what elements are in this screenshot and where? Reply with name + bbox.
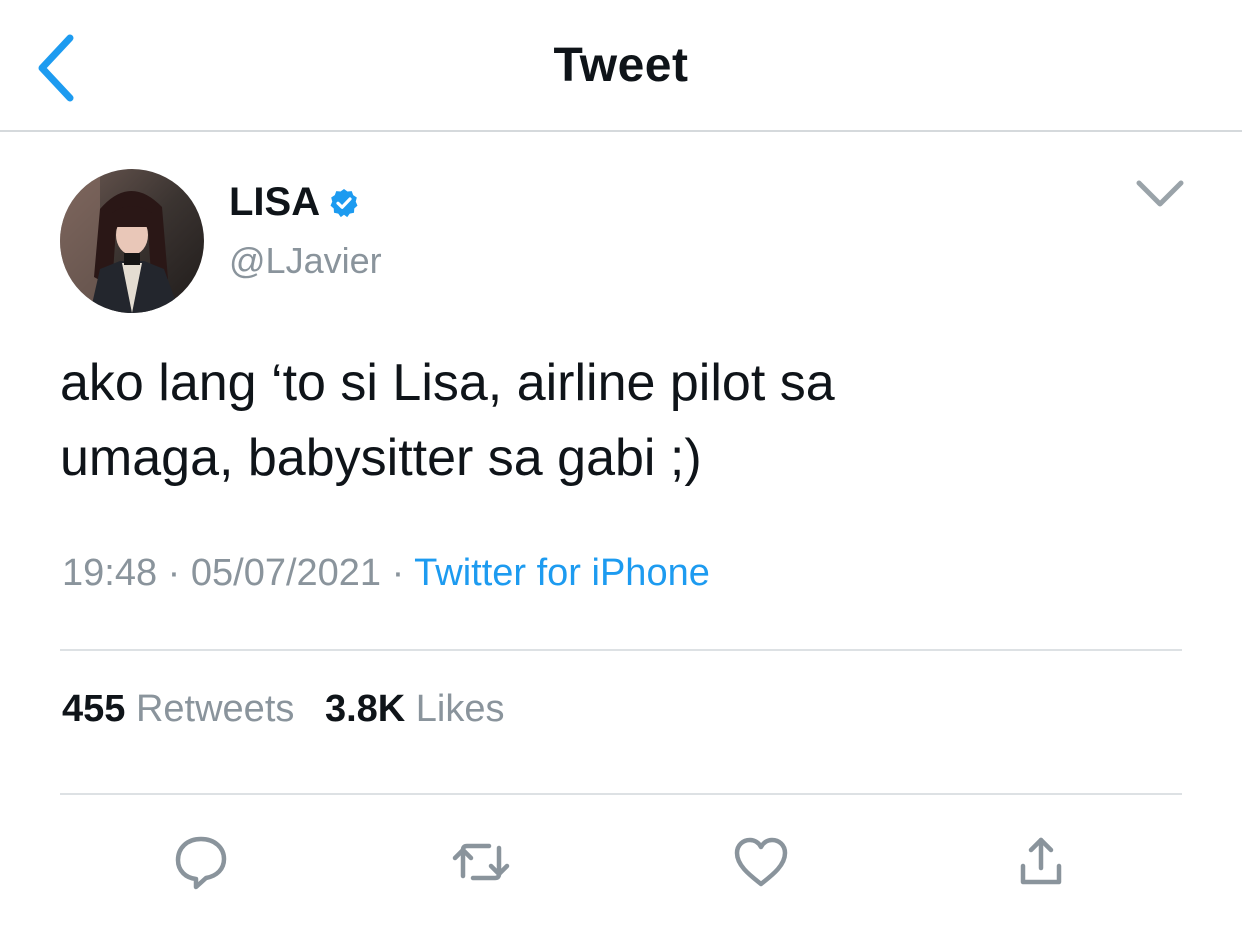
tweet-time: 19:48 [62,552,158,594]
reply-icon [175,836,227,890]
chevron-down-icon [1136,180,1184,207]
tweet-source-link[interactable]: Twitter for iPhone [414,552,710,594]
retweet-icon [452,843,510,881]
share-button[interactable] [1011,832,1071,892]
tweet-text: ako lang ‘to si Lisa, airline pilot sa u… [60,346,1160,496]
author-handle[interactable]: @LJavier [229,240,382,282]
author-display-name: LISA [229,180,321,224]
meta-separator: · [391,552,405,594]
retweets-label: Retweets [135,688,295,730]
likes-stat[interactable]: 3.8K Likes [325,688,505,730]
tweet-date: 05/07/2021 [190,552,382,594]
tweet-menu-button[interactable] [1134,176,1186,212]
tweet-meta: 19:48 · 05/07/2021 · Twitter for iPhone [62,552,710,595]
avatar[interactable] [60,169,204,313]
navigation-header: Tweet [0,0,1242,132]
avatar-image [60,169,204,313]
tweet-stats: 455 Retweets 3.8K Likes [62,688,525,731]
like-button[interactable] [731,832,791,892]
meta-separator: · [167,552,181,594]
likes-count: 3.8K [324,688,406,730]
reply-button[interactable] [171,832,231,892]
share-icon [1020,837,1062,885]
page-title: Tweet [553,39,689,92]
author-name[interactable]: LISA [229,180,360,225]
tweet-text-line: ako lang ‘to si Lisa, airline pilot sa [60,354,835,412]
retweets-count: 455 [62,688,126,730]
divider [60,793,1182,795]
tweet-text-line: umaga, babysitter sa gabi ;) [60,429,702,487]
retweets-stat[interactable]: 455 Retweets [62,688,305,730]
divider [60,649,1182,651]
likes-label: Likes [415,688,505,730]
retweet-button[interactable] [451,832,511,892]
heart-icon [734,837,788,887]
verified-badge-icon [330,188,358,217]
